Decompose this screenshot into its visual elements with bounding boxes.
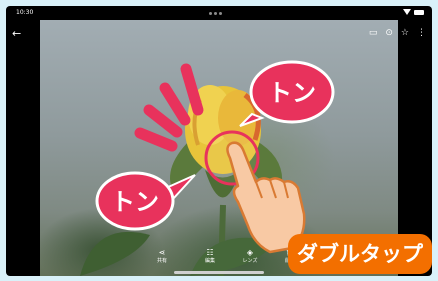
double-tap-badge: ダブルタップ [288, 234, 432, 274]
tap-bubble-top: トン [239, 60, 335, 127]
tap-bubble-left: トン [95, 171, 196, 231]
tap-label-top: トン [268, 79, 316, 107]
tap-label-left: トン [111, 188, 159, 216]
tutorial-frame: 10:30 ← ▭ ⊙ ☆ ⋮ ⋖ 共有 ☷ 編集 ◈ レンズ トン トン ダブ… [0, 0, 438, 281]
impact-lines [134, 63, 204, 152]
